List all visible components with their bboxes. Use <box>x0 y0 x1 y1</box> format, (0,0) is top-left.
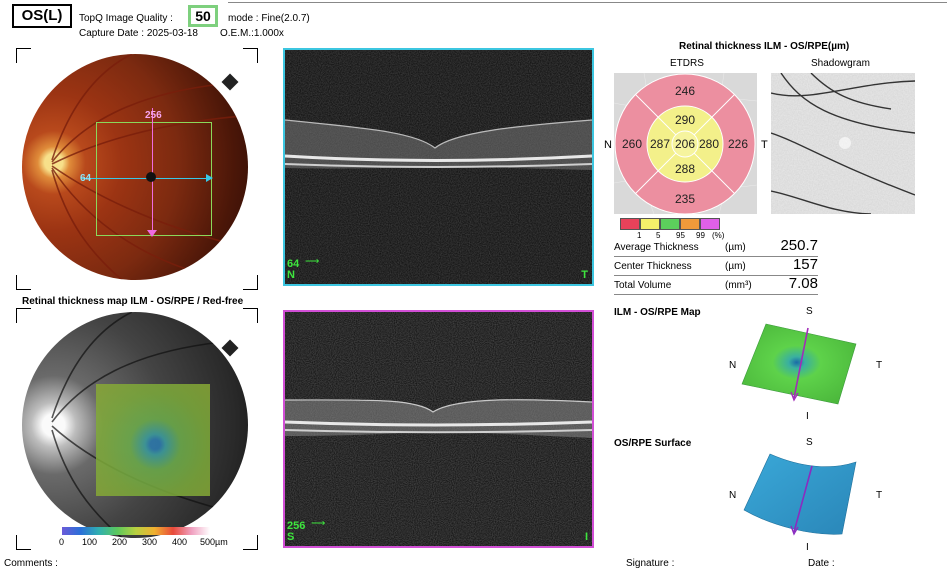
thickness-map-overlay <box>96 384 210 496</box>
scale-tick: 300 <box>142 537 158 547</box>
etdrs-inner-nasal: 287 <box>650 137 670 151</box>
etdrs-outer-superior: 246 <box>675 84 695 98</box>
metric-value: 250.7 <box>780 237 818 254</box>
scan-direction-arrow-icon: ⟶ <box>311 518 326 529</box>
map-section-title: Retinal thickness map ILM - OS/RPE / Red… <box>22 296 244 307</box>
bscan-vertical-image <box>285 312 592 546</box>
quality-label: TopQ Image Quality : <box>79 13 173 24</box>
capture-date: Capture Date : 2025-03-18 <box>79 28 198 39</box>
etdrs-inner-temporal: 280 <box>699 137 719 151</box>
metric-label: Center Thickness <box>614 261 692 272</box>
surface3d-surface[interactable] <box>742 450 858 540</box>
map3d-title: ILM - OS/RPE Map <box>614 307 701 318</box>
legend-swatch <box>700 218 720 230</box>
scale-tick: 500µm <box>200 537 228 547</box>
comments-label: Comments : <box>4 558 58 569</box>
scan-direction-arrow-icon: ⟶ <box>305 256 320 267</box>
percentile-legend <box>620 218 720 230</box>
bscan-right-label: I <box>584 531 588 543</box>
etdrs-chart: 246 260 226 235 290 287 206 280 288 <box>614 73 757 214</box>
map3d-temporal-label: T <box>876 360 883 371</box>
bscan-left-label: S <box>287 531 295 543</box>
metric-value: 7.08 <box>788 275 818 292</box>
etdrs-nasal-label: N <box>604 139 612 151</box>
oem-value: O.E.M.:1.000x <box>220 28 284 39</box>
horizontal-arrow-icon <box>206 174 213 182</box>
scale-tick: 200 <box>112 537 128 547</box>
surface3d-superior-label: S <box>806 437 813 448</box>
etdrs-inner-superior: 290 <box>675 113 695 127</box>
shadowgram-image <box>771 73 915 214</box>
eye-label: OS(L) <box>12 4 72 28</box>
etdrs-temporal-label: T <box>761 139 768 151</box>
etdrs-label: ETDRS <box>670 58 704 69</box>
legend-swatch <box>680 218 700 230</box>
legend-swatch <box>640 218 660 230</box>
thickness-title: Retinal thickness ILM - OS/RPE(µm) <box>679 41 850 52</box>
etdrs-inner-inferior: 288 <box>675 162 695 176</box>
fundus-photo-panel: 256 64 <box>16 48 258 290</box>
signature-label: Signature : <box>626 558 675 569</box>
scale-tick: 0 <box>59 537 65 547</box>
map3d-inferior-label: I <box>806 411 809 422</box>
fovea-marker <box>146 172 156 182</box>
metric-label: Total Volume <box>614 280 672 291</box>
map3d-surface[interactable] <box>738 318 858 408</box>
horizontal-scan-number: 64 <box>80 173 92 184</box>
scan-mode: mode : Fine(2.0.7) <box>228 13 310 24</box>
metric-center-thickness: Center Thickness (µm) 157 <box>614 256 818 276</box>
header-rule <box>228 2 947 3</box>
scale-tick: 400 <box>172 537 188 547</box>
etdrs-outer-temporal: 226 <box>728 137 748 151</box>
thickness-color-scale <box>62 527 210 535</box>
scale-tick: 100 <box>82 537 98 547</box>
bscan-right-label: T <box>581 269 588 281</box>
surface3d-temporal-label: T <box>876 490 883 501</box>
map3d-superior-label: S <box>806 306 813 317</box>
etdrs-outer-nasal: 260 <box>622 137 642 151</box>
metric-average-thickness: Average Thickness (µm) 250.7 <box>614 237 818 257</box>
etdrs-outer-inferior: 235 <box>675 192 695 206</box>
map3d-nasal-label: N <box>729 360 737 371</box>
metric-unit: (mm³) <box>725 280 752 291</box>
bscan-left-label: N <box>287 269 295 281</box>
surface3d-inferior-label: I <box>806 542 809 553</box>
etdrs-center-value: 206 <box>675 137 695 151</box>
metric-value: 157 <box>792 256 818 273</box>
legend-swatch <box>620 218 640 230</box>
metric-total-volume: Total Volume (mm³) 7.08 <box>614 275 818 295</box>
metric-unit: (µm) <box>725 261 746 272</box>
date-label: Date : <box>808 558 835 569</box>
bscan-vertical[interactable]: 256 ⟶ S I <box>283 310 594 548</box>
surface3d-title: OS/RPE Surface <box>614 438 692 449</box>
metric-label: Average Thickness <box>614 242 699 253</box>
legend-swatch <box>660 218 680 230</box>
bscan-horizontal-image <box>285 50 592 284</box>
surface3d-nasal-label: N <box>729 490 737 501</box>
red-free-panel <box>16 308 258 550</box>
metric-unit: (µm) <box>725 242 746 253</box>
vertical-scan-number: 256 <box>145 110 162 121</box>
vertical-arrow-icon <box>147 230 157 237</box>
bscan-horizontal[interactable]: 64 ⟶ N T <box>283 48 594 286</box>
quality-value: 50 <box>188 5 218 27</box>
shadowgram-label: Shadowgram <box>811 58 870 69</box>
